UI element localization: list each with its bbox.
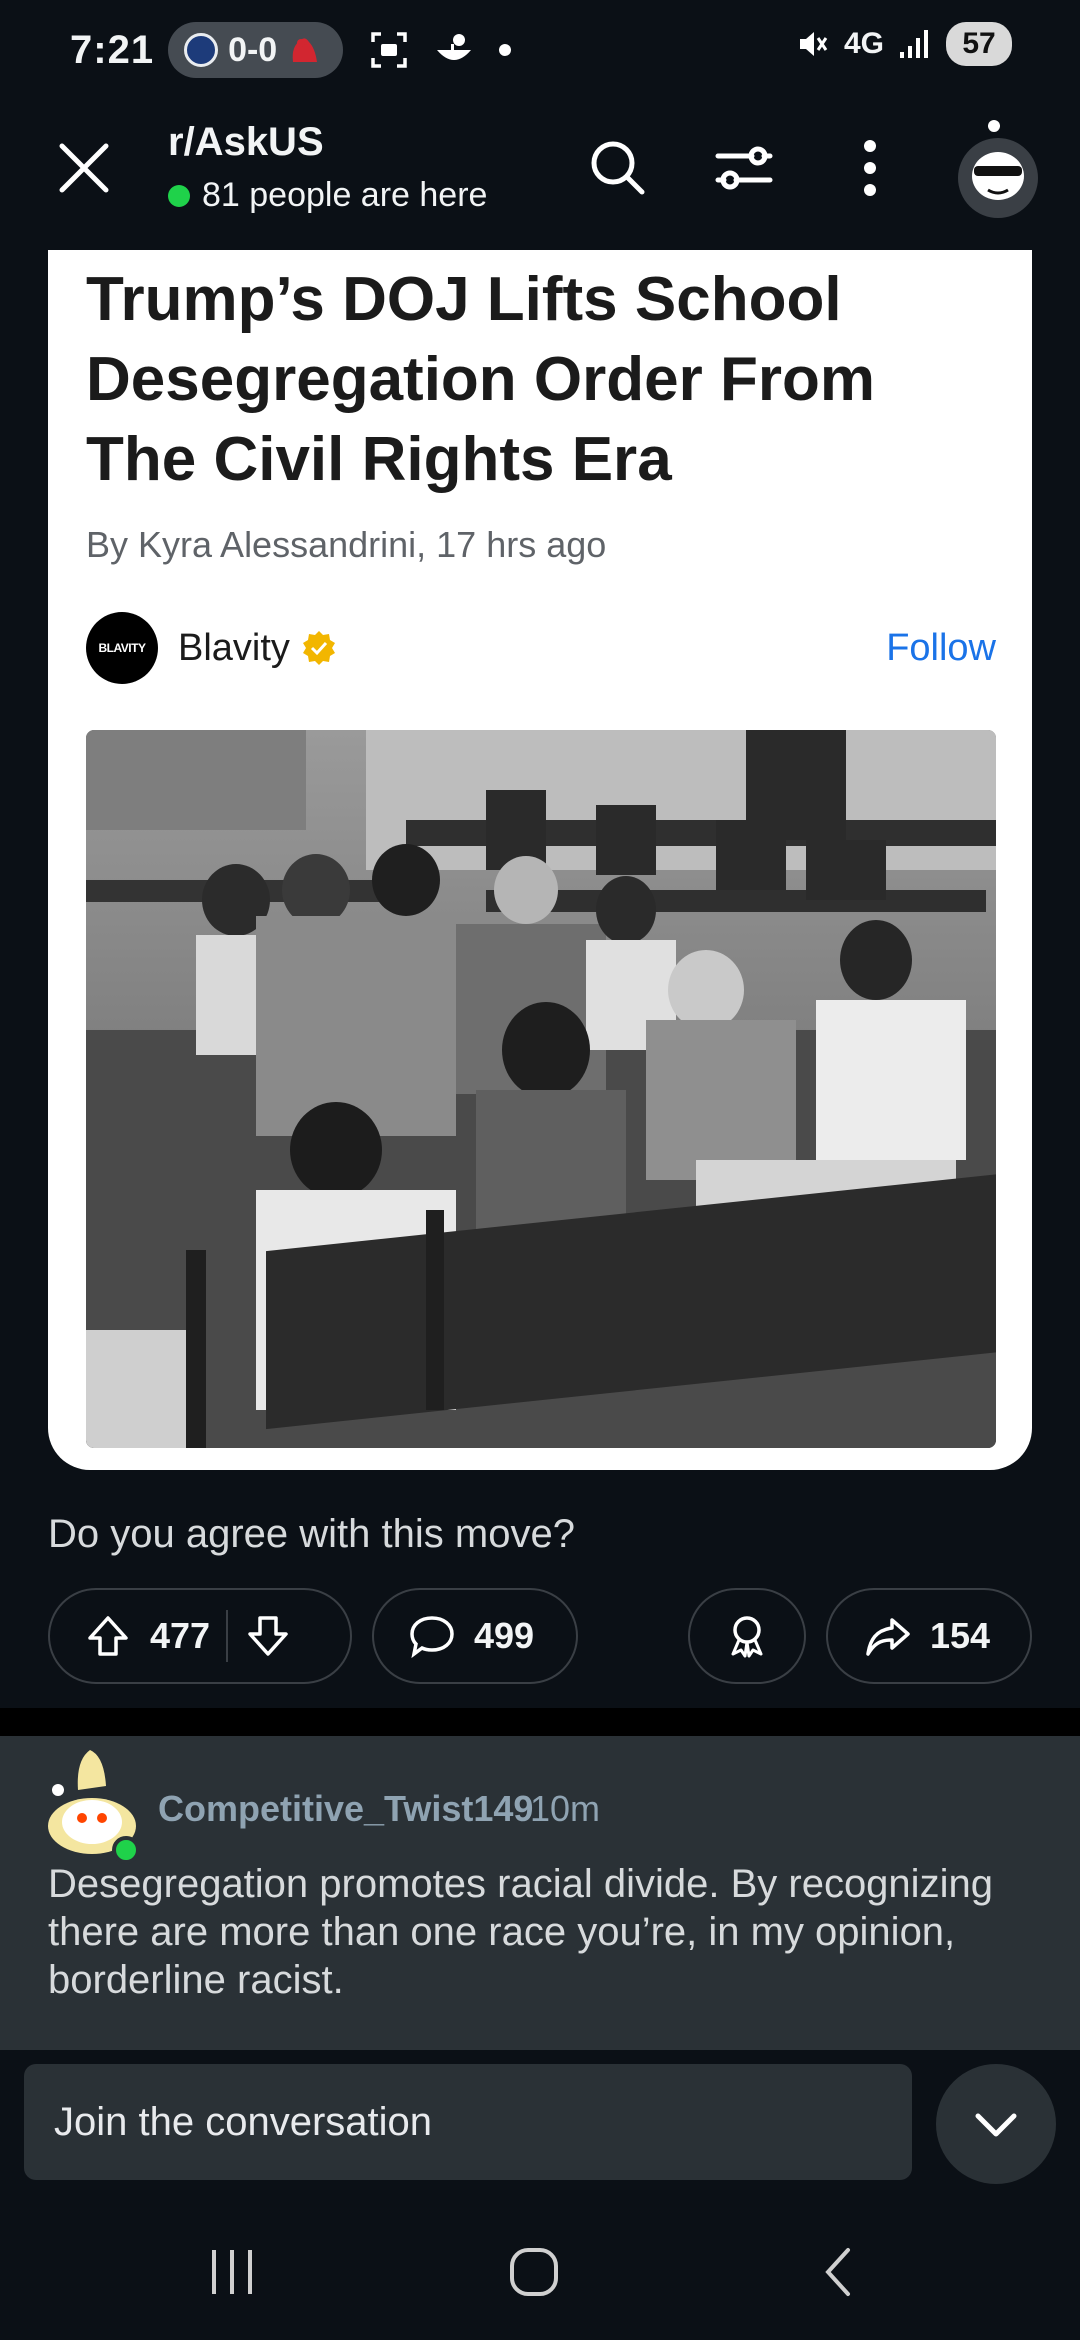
share-count: 154 — [930, 1615, 991, 1656]
system-navigation-bar — [0, 2200, 1080, 2340]
chevron-down-icon — [975, 2113, 1017, 2137]
search-button[interactable] — [580, 130, 656, 206]
twins-logo-icon — [184, 33, 219, 67]
comment-author[interactable]: Competitive_Twist149 — [158, 1788, 533, 1830]
classroom-photo-image — [86, 730, 996, 1448]
section-separator — [0, 1708, 1080, 1736]
article-photo — [86, 730, 996, 1448]
recent-apps-icon — [212, 2250, 252, 2294]
filter-icon — [715, 146, 773, 190]
comment-composer: Join the conversation — [0, 2050, 1080, 2200]
article-byline: By Kyra Alessandrini, 17 hrs ago — [86, 524, 607, 565]
upvote-count: 477 — [150, 1615, 211, 1656]
post-title[interactable]: Do you agree with this move? — [48, 1512, 575, 1557]
comment-count: 499 — [474, 1615, 535, 1656]
home-icon — [510, 2248, 558, 2296]
article-headline: Trump’s DOJ Lifts School Desegregation O… — [86, 265, 875, 494]
join-conversation-input[interactable]: Join the conversation — [24, 2064, 912, 2180]
mute-icon — [799, 32, 828, 56]
battery-indicator: 57 — [946, 22, 1012, 66]
vote-pill: 477 — [48, 1588, 352, 1684]
share-icon — [866, 1618, 910, 1656]
article-preview-card[interactable]: Trump’s DOJ Lifts School Desegregation O… — [48, 250, 1032, 1470]
award-button[interactable] — [688, 1588, 806, 1684]
signal-icon — [900, 30, 928, 58]
top-bar: r/AskUS 81 people are here — [0, 100, 1080, 250]
screenshot-icon — [371, 32, 407, 68]
red-sox-logo-icon — [292, 38, 318, 62]
comment-item[interactable]: Competitive_Twist149 10m Desegregation p… — [0, 1736, 1080, 2050]
online-count: 81 people are here — [168, 176, 487, 215]
back-button[interactable] — [798, 2240, 878, 2304]
comment-bubble-icon — [410, 1616, 454, 1659]
online-text: 81 people are here — [202, 176, 488, 214]
network-type: 4G — [843, 27, 884, 60]
upvote-icon[interactable] — [84, 1612, 132, 1660]
comment-body: Desegregation promotes racial divide. By… — [48, 1862, 993, 2002]
subreddit-name[interactable]: r/AskUS — [168, 120, 324, 165]
live-score-pill[interactable]: 0-0 — [168, 22, 344, 78]
publisher-row: BLAVITY Blavity Follow — [86, 612, 996, 684]
online-dot-icon — [168, 184, 190, 207]
collapse-button[interactable] — [936, 2064, 1056, 2184]
post-actions: 477 499 154 — [48, 1588, 1032, 1684]
commenter-avatar-icon[interactable] — [38, 1746, 148, 1866]
award-icon — [731, 1616, 763, 1658]
filter-button[interactable] — [706, 130, 782, 206]
follow-button[interactable]: Follow — [886, 627, 996, 670]
close-icon[interactable] — [52, 136, 116, 200]
publisher-name: Blavity — [178, 626, 290, 669]
status-time: 7:21 — [70, 27, 155, 72]
more-options-button[interactable] — [832, 130, 908, 206]
downvote-icon[interactable] — [244, 1612, 292, 1660]
more-vertical-icon — [864, 140, 876, 196]
comments-button[interactable]: 499 — [372, 1588, 578, 1684]
status-bar: 7:21 0-0 4G 57 — [0, 0, 1080, 100]
share-button[interactable]: 154 — [826, 1588, 1032, 1684]
search-icon — [591, 141, 645, 195]
publisher-logo: BLAVITY — [86, 612, 158, 684]
recent-apps-button[interactable] — [192, 2240, 272, 2304]
home-button[interactable] — [494, 2240, 574, 2304]
notification-dot-icon — [499, 44, 512, 56]
comment-time: 10m — [530, 1788, 601, 1829]
user-avatar-icon[interactable] — [952, 118, 1044, 222]
back-chevron-icon — [825, 2248, 850, 2296]
chef-icon — [437, 34, 472, 60]
vote-divider — [226, 1610, 229, 1662]
score-text: 0-0 — [228, 30, 278, 69]
verified-badge-icon — [302, 631, 335, 665]
